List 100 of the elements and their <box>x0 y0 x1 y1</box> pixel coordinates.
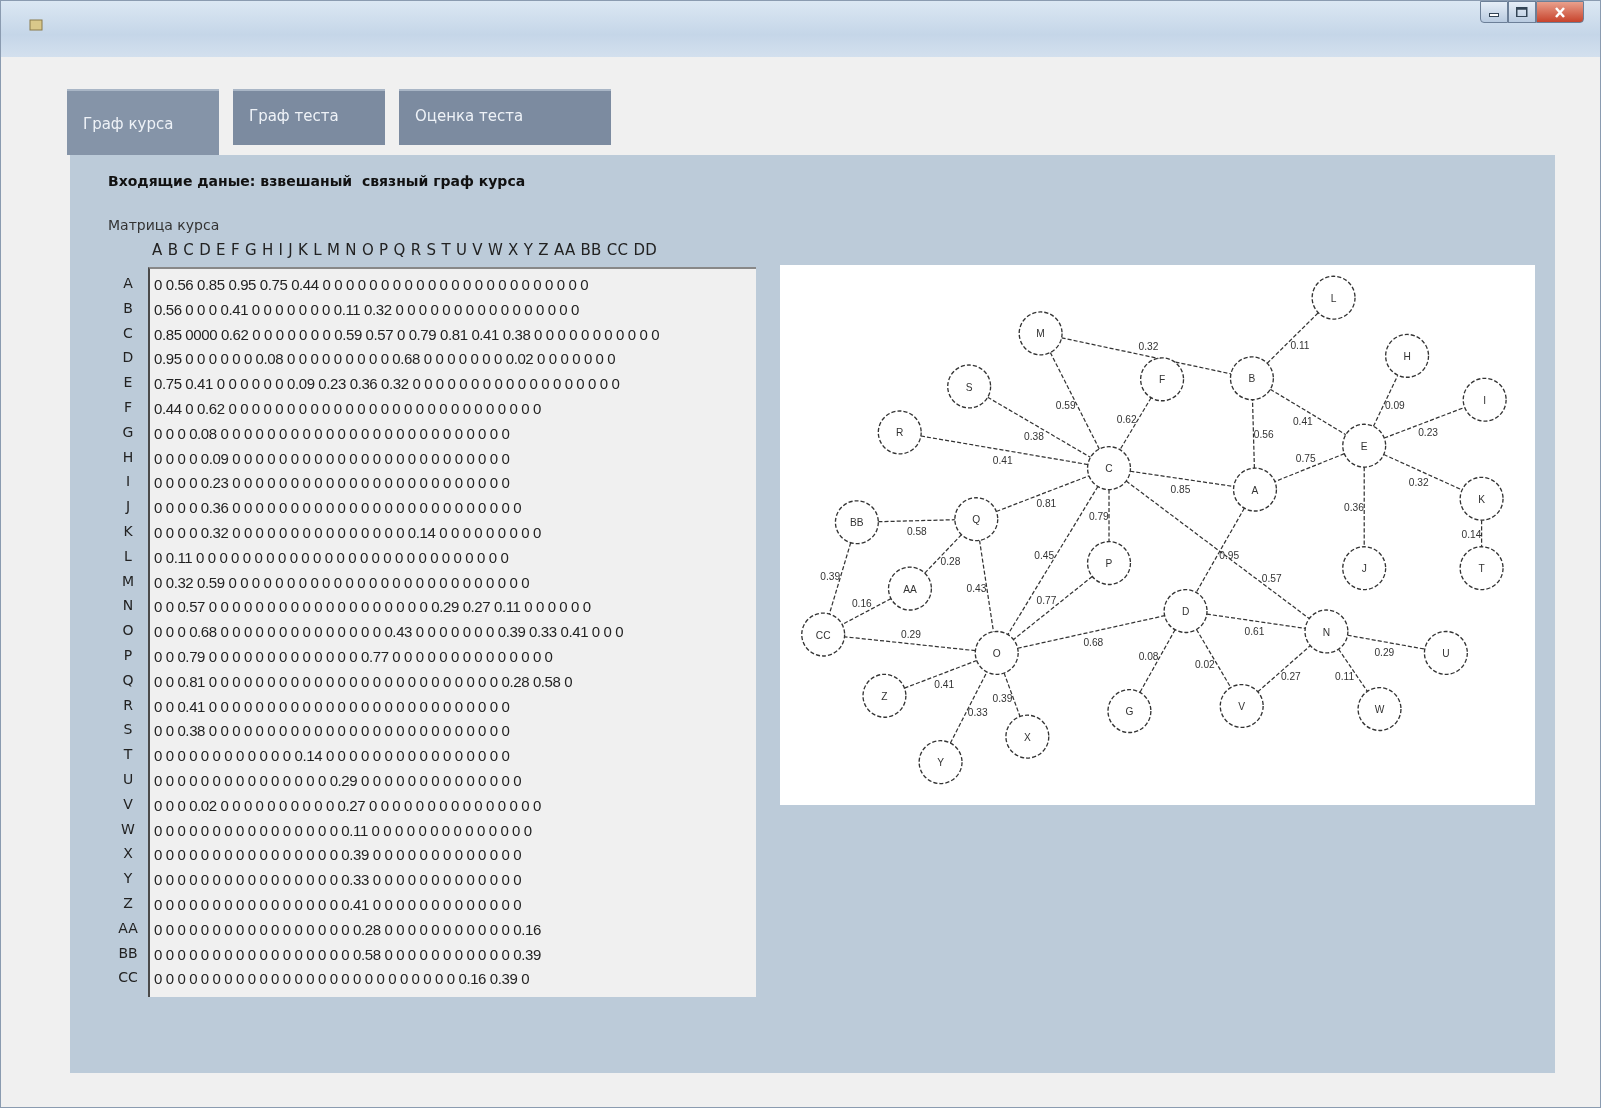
edge-weight: 0.75 <box>1295 453 1316 465</box>
row-label: T <box>122 745 134 765</box>
edge-weight: 0.39 <box>992 693 1013 705</box>
row-label: X <box>122 844 134 864</box>
node-label: L <box>1330 292 1337 304</box>
row-label: F <box>122 398 134 417</box>
node-label: D <box>1181 606 1190 618</box>
edge-weight: 0.58 <box>906 526 927 537</box>
row-label: E <box>122 373 134 393</box>
edge-weight: 0.11 <box>1290 340 1310 352</box>
edge-weight: 0.41 <box>992 455 1013 467</box>
node-label: X <box>1023 731 1031 743</box>
edge-weight: 0.23 <box>1418 427 1438 439</box>
matrix-row-text: 0 0 0 0.08 0 0 0 0 0 0 0 0 0 0 0 0 0 0 0 0 0 0 0 0 0 0 0 0 0 <box>154 423 511 444</box>
row-label: W <box>120 819 136 839</box>
node-label: B <box>1248 373 1256 385</box>
row-label: R <box>122 695 134 715</box>
edge-weight: 0.36 <box>1344 502 1364 513</box>
matrix-label: Матрица курса <box>108 217 221 235</box>
row-label: A <box>122 274 134 293</box>
node-label: J <box>1361 563 1367 575</box>
row-label: H <box>121 447 135 467</box>
edge-weight: 0.61 <box>1244 626 1265 638</box>
edge-weight: 0.02 <box>1194 658 1215 670</box>
row-label: L <box>123 546 133 566</box>
matrix-row-text: 0 0 0 0.68 0 0 0 0 0 0 0 0 0 0 0 0 0 0 0.43 0 0 0 0 0 0 0 0.39 0.33 0.41 0 0 0 <box>154 622 625 643</box>
edge-weight: 0.85 <box>1170 484 1191 496</box>
row-label: I <box>124 472 132 492</box>
edge-weight: 0.59 <box>1055 400 1076 412</box>
matrix-row-text: 0 0 0 0 0.36 0 0 0 0 0 0 0 0 0 0 0 0 0 0 0 0 0 0 0 0 0 0 0 0 0 <box>154 498 523 519</box>
edge-weight: 0.39 <box>820 570 841 582</box>
edge-weight: 0.56 <box>1253 428 1274 440</box>
edge-weight: 0.32 <box>1408 476 1429 488</box>
row-label: AA <box>117 918 139 938</box>
matrix-row-text: 0 0 0 0 0 0 0 0 0 0 0 0 0 0 0 0 0.39 0 0 0 0 0 0 0 0 0 0 0 0 0 <box>154 845 523 866</box>
matrix-row-text: 0.44 0 0.62 0 0 0 0 0 0 0 0 0 0 0 0 0 0 0 0 0 0 0 0 0 0 0 0 0 0 0 <box>154 399 542 419</box>
edge-weight: 0.45 <box>1034 550 1055 562</box>
matrix-row-text: 0 0 0 0 0.09 0 0 0 0 0 0 0 0 0 0 0 0 0 0 0 0 0 0 0 0 0 0 0 0 <box>154 448 511 469</box>
matrix-row-text: 0 0.32 0.59 0 0 0 0 0 0 0 0 0 0 0 0 0 0 0 0 0 0 0 0 0 0 0 0 0 0 <box>154 572 531 593</box>
matrix-row-text: 0 0 0.41 0 0 0 0 0 0 0 0 0 0 0 0 0 0 0 0 0 0 0 0 0 0 0 0 0 0 <box>154 696 511 717</box>
row-label: J <box>124 497 132 517</box>
row-label: M <box>120 571 136 591</box>
matrix-row-text: 0 0 0 0 0 0 0 0 0 0 0 0 0 0 0 0.29 0 0 0 0 0 0 0 0 0 0 0 0 0 0 <box>154 770 523 791</box>
matrix-row-text: 0 0 0 0 0 0 0 0 0 0 0 0 0 0 0 0 0.33 0 0 0 0 0 0 0 0 0 0 0 0 0 <box>154 870 523 891</box>
matrix-row-text: 0.85 0000 0.62 0 0 0 0 0 0 0 0.59 0.57 0 0.79 0.81 0.41 0.38 0 0 0 0 0 0 0 0 0 0 0 <box>154 324 661 345</box>
row-label: K <box>122 521 134 541</box>
node-label: E <box>1360 440 1368 452</box>
row-label: U <box>121 769 135 789</box>
edge-weight: 0.28 <box>940 556 961 567</box>
edge-weight: 0.09 <box>1384 400 1405 412</box>
matrix-row-text: 0 0 0 0 0.23 0 0 0 0 0 0 0 0 0 0 0 0 0 0 0 0 0 0 0 0 0 0 0 0 <box>154 473 511 494</box>
matrix-row-text: 0 0 0 0.02 0 0 0 0 0 0 0 0 0 0 0.27 0 0 0 0 0 0 0 0 0 0 0 0 0 0 0 <box>154 795 542 816</box>
matrix-row-text: 0 0 0 0 0 0 0 0 0 0 0 0 0 0 0 0 0.11 0 0 0 0 0 0 0 0 0 0 0 0 0 0 <box>154 820 533 841</box>
matrix-row-text: 0 0 0.38 0 0 0 0 0 0 0 0 0 0 0 0 0 0 0 0 0 0 0 0 0 0 0 0 0 0 <box>154 721 511 742</box>
matrix-row-text: 0 0.56 0.85 0.95 0.75 0.44 0 0 0 0 0 0 0 0 0 0 0 0 0 0 0 0 0 0 0 0 0 0 0 <box>154 275 590 295</box>
tab[interactable]: Граф теста <box>233 89 385 145</box>
node-label: V <box>1238 701 1246 713</box>
node-label: K <box>1478 493 1485 505</box>
edge-weight: 0.77 <box>1036 595 1057 607</box>
tab[interactable]: Граф курса <box>67 89 219 155</box>
row-label: G <box>121 422 135 442</box>
edge-weight: 0.14 <box>1461 528 1482 540</box>
row-label: O <box>121 621 135 641</box>
matrix-row-text: 0 0 0 0 0 0 0 0 0 0 0 0 0 0 0 0 0 0 0 0 0 0 0 0 0 0 0.16 0.39 0 <box>154 969 531 990</box>
row-label: P <box>122 645 134 665</box>
column-header: A B C D E F G H I J K L M N O P Q R S T U V W X Y Z AA BB CC DD <box>152 241 659 261</box>
node-label: G <box>1125 706 1134 718</box>
edge-weight: 0.68 <box>1083 637 1104 648</box>
edge-weight: 0.41 <box>1292 415 1313 427</box>
matrix-row-text: 0 0 0 0 0.32 0 0 0 0 0 0 0 0 0 0 0 0 0 0 0 0.14 0 0 0 0 0 0 0 0 0 <box>154 522 542 543</box>
node-label: M <box>1036 328 1045 340</box>
matrix-row-text: 0 0 0 0 0 0 0 0 0 0 0 0 0.14 0 0 0 0 0 0 0 0 0 0 0 0 0 0 0 0 <box>154 746 511 767</box>
edge-weight: 0.33 <box>967 707 988 719</box>
matrix-row-text: 0.95 0 0 0 0 0 0 0.08 0 0 0 0 0 0 0 0 0 0.68 0 0 0 0 0 0 0 0.02 0 0 0 0 0 0 0 <box>154 349 617 370</box>
edge-weight: 0.16 <box>851 597 872 609</box>
tab[interactable]: Оценка теста <box>399 89 611 145</box>
matrix-row-text: 0 0 0 0 0 0 0 0 0 0 0 0 0 0 0 0 0 0.28 0 0 0 0 0 0 0 0 0 0 0 0.16 <box>154 919 542 940</box>
node-label: Q <box>972 514 981 526</box>
row-label: Z <box>122 893 134 913</box>
node-label: C <box>1105 463 1113 475</box>
node-label: O <box>992 648 1001 659</box>
node-label: N <box>1322 626 1331 638</box>
edge-weight: 0.81 <box>1036 498 1057 510</box>
edge-weight: 0.08 <box>1138 651 1159 663</box>
node-label: Z <box>881 690 888 702</box>
matrix-row-text: 0 0 0 0 0 0 0 0 0 0 0 0 0 0 0 0 0 0.58 0 0 0 0 0 0 0 0 0 0 0 0.39 <box>154 944 542 965</box>
edge-weight: 0.38 <box>1024 431 1044 443</box>
row-label: C <box>122 323 134 343</box>
edge-weight: 0.79 <box>1088 510 1109 522</box>
row-label: BB <box>117 943 139 963</box>
matrix-row-text: 0.56 0 0 0 0.41 0 0 0 0 0 0 0 0.11 0.32 0 0 0 0 0 0 0 0 0 0 0 0 0 0 0 0 <box>154 299 581 320</box>
node-label: I <box>1483 394 1487 406</box>
row-label: Y <box>122 869 134 889</box>
row-label: Q <box>121 670 135 690</box>
row-label: D <box>121 348 135 368</box>
edge-weight: 0.57 <box>1261 572 1282 584</box>
row-label: B <box>122 298 134 318</box>
matrix-row-text: 0 0.11 0 0 0 0 0 0 0 0 0 0 0 0 0 0 0 0 0 0 0 0 0 0 0 0 0 0 0 <box>154 547 510 568</box>
matrix-row-text: 0 0 0 0 0 0 0 0 0 0 0 0 0 0 0 0 0.41 0 0 0 0 0 0 0 0 0 0 0 0 0 <box>154 894 523 915</box>
matrix-row-text: 0.75 0.41 0 0 0 0 0 0 0.09 0.23 0.36 0.32 0 0 0 0 0 0 0 0 0 0 0 0 0 0 0 0 0 0 <box>154 374 621 395</box>
